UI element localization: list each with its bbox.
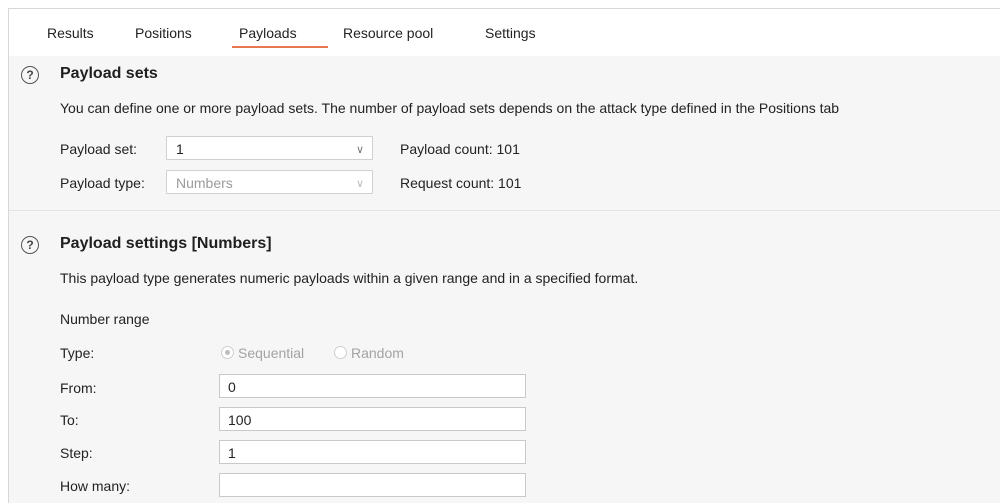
- step-input[interactable]: 1: [219, 440, 526, 464]
- payload-sets-heading: Payload sets: [60, 65, 158, 82]
- chevron-down-icon: ∨: [355, 178, 364, 190]
- payload-type-select[interactable]: Numbers ∨: [166, 170, 373, 194]
- payload-type-value: Numbers: [176, 175, 233, 191]
- how-many-input[interactable]: [219, 473, 526, 497]
- random-radio[interactable]: [334, 346, 347, 359]
- step-label: Step:: [60, 445, 93, 461]
- sequential-label: Sequential: [238, 345, 305, 361]
- section-divider: [9, 210, 1000, 211]
- step-value: 1: [228, 445, 236, 461]
- active-tab-indicator: [232, 46, 328, 48]
- payload-set-value: 1: [176, 141, 184, 157]
- random-label: Random: [351, 345, 404, 361]
- payload-set-label: Payload set:: [60, 141, 138, 157]
- tab-results[interactable]: Results: [47, 25, 94, 41]
- payloads-panel: ? Payload sets You can define one or mor…: [9, 56, 1000, 503]
- from-input[interactable]: 0: [219, 374, 526, 398]
- payload-settings-description: This payload type generates numeric payl…: [60, 270, 639, 286]
- chevron-down-icon: ∨: [355, 144, 364, 156]
- how-many-label: How many:: [60, 478, 131, 494]
- from-value: 0: [228, 379, 236, 395]
- tab-positions[interactable]: Positions: [135, 25, 192, 41]
- payload-type-label: Payload type:: [60, 175, 145, 191]
- number-range-label: Number range: [60, 311, 150, 327]
- payload-count: Payload count: 101: [400, 141, 520, 157]
- tab-settings[interactable]: Settings: [485, 25, 536, 41]
- payload-sets-description: You can define one or more payload sets.…: [60, 100, 840, 116]
- request-count: Request count: 101: [400, 175, 522, 191]
- to-input[interactable]: 100: [219, 407, 526, 431]
- payload-settings-heading: Payload settings [Numbers]: [60, 235, 272, 252]
- to-value: 100: [228, 412, 252, 428]
- sequential-radio[interactable]: [221, 346, 234, 359]
- intruder-window: Results Positions Payloads Resource pool…: [8, 8, 1000, 503]
- tab-bar: Results Positions Payloads Resource pool…: [9, 9, 1000, 48]
- to-label: To:: [60, 412, 79, 428]
- type-label: Type:: [60, 345, 95, 361]
- from-label: From:: [60, 380, 97, 396]
- tab-resource-pool[interactable]: Resource pool: [343, 25, 433, 41]
- help-icon[interactable]: ?: [21, 66, 39, 84]
- tab-payloads[interactable]: Payloads: [239, 25, 297, 41]
- help-icon[interactable]: ?: [21, 236, 39, 254]
- payload-set-select[interactable]: 1 ∨: [166, 136, 373, 160]
